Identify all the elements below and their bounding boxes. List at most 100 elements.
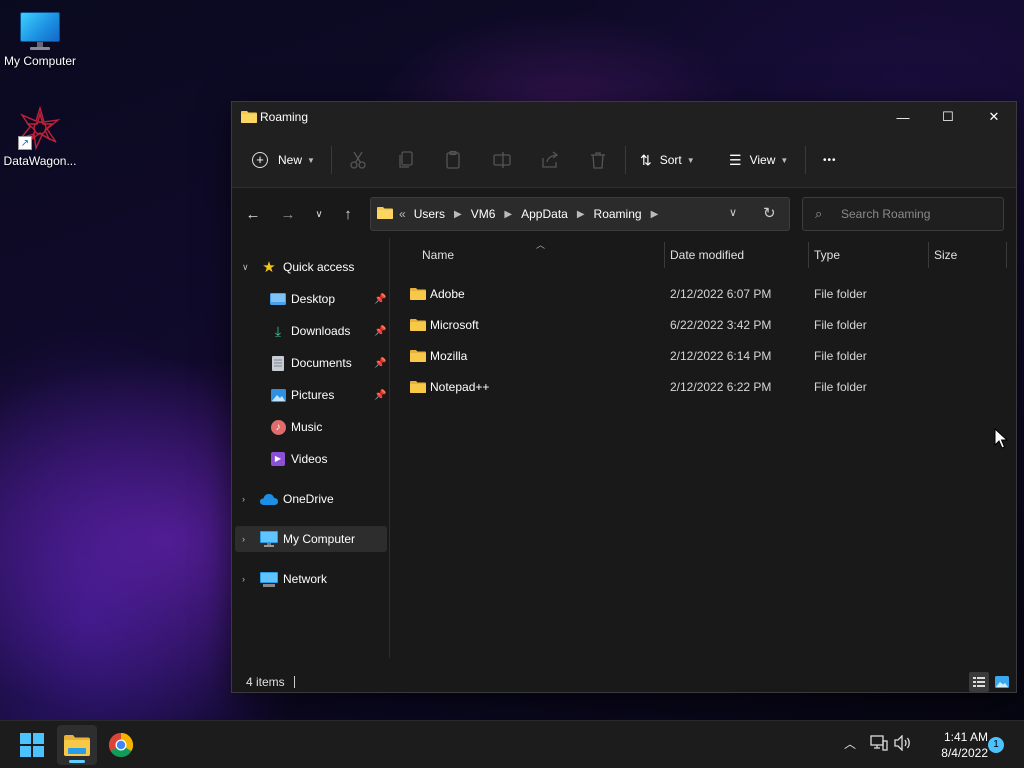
recent-locations-chevron-icon[interactable]: ∨	[308, 203, 330, 225]
breadcrumb-item-roaming[interactable]: Roaming	[594, 207, 642, 221]
paste-icon[interactable]	[443, 150, 463, 170]
file-date: 2/12/2022 6:22 PM	[670, 380, 772, 394]
new-button[interactable]: + New ▼	[252, 147, 315, 173]
item-count: 4 items	[246, 675, 285, 689]
nav-my-computer[interactable]: › My Computer	[235, 526, 387, 552]
start-button[interactable]	[12, 725, 52, 765]
windows-logo-icon	[20, 733, 44, 757]
file-name: Mozilla	[430, 349, 468, 363]
taskbar-file-explorer[interactable]	[57, 725, 97, 765]
nav-onedrive[interactable]: › OneDrive	[232, 486, 388, 512]
music-icon: ♪	[269, 418, 287, 436]
nav-item-music[interactable]: ♪ Music	[232, 414, 388, 440]
pin-icon[interactable]: 📌	[374, 294, 386, 305]
view-button[interactable]: ☰ View ▼	[729, 147, 788, 173]
file-name: Adobe	[430, 287, 465, 301]
more-options-button[interactable]: •••	[823, 147, 837, 173]
minimize-button[interactable]: —	[880, 102, 926, 132]
chevron-right-icon[interactable]: ▶	[651, 209, 659, 220]
computer-icon	[18, 12, 62, 50]
back-arrow-icon[interactable]: ←	[242, 203, 264, 225]
breadcrumb-item-vm6[interactable]: VM6	[471, 207, 496, 221]
file-type: File folder	[814, 349, 867, 363]
volume-icon[interactable]	[894, 734, 912, 754]
search-box[interactable]: ⌕	[802, 197, 1004, 231]
maximize-button[interactable]: ☐	[925, 102, 971, 132]
pin-icon[interactable]: 📌	[374, 390, 386, 401]
file-date: 2/12/2022 6:07 PM	[670, 287, 772, 301]
file-type: File folder	[814, 380, 867, 394]
chevron-down-icon: ▼	[780, 155, 789, 165]
nav-quick-access[interactable]: ∨ ★ Quick access	[232, 254, 388, 280]
nav-item-pictures[interactable]: Pictures 📌	[232, 382, 388, 408]
navigation-pane: ∨ ★ Quick access Desktop 📌 ⤓ Downloads 📌…	[232, 238, 390, 658]
refresh-icon[interactable]: ↻	[763, 204, 776, 222]
chevron-right-icon[interactable]: ›	[242, 534, 245, 544]
column-header-type[interactable]: Type	[814, 248, 840, 262]
folder-icon	[410, 318, 426, 334]
details-view-icon[interactable]	[969, 672, 989, 692]
view-label: View	[749, 153, 776, 167]
shortcut-arrow-icon: ↗	[18, 136, 32, 150]
taskbar: ︿ 1:41 AM 8/4/2022 1	[0, 720, 1024, 768]
chrome-icon	[109, 733, 133, 757]
chevron-down-icon[interactable]: ∨	[242, 262, 249, 273]
chevron-right-icon[interactable]: ▶	[504, 209, 512, 220]
desktop-icon-my-computer[interactable]: My Computer	[0, 12, 80, 68]
nav-item-videos[interactable]: ▶ Videos	[232, 446, 388, 472]
taskbar-chrome[interactable]	[101, 725, 141, 765]
rename-icon[interactable]	[492, 150, 512, 170]
column-header-date-modified[interactable]: Date modified	[670, 248, 744, 262]
nav-label: Quick access	[283, 260, 355, 274]
chevron-right-icon[interactable]: ›	[242, 494, 245, 504]
breadcrumb-overflow[interactable]: «	[399, 207, 406, 221]
large-icons-view-icon[interactable]	[992, 672, 1012, 692]
breadcrumb-item-users[interactable]: Users	[414, 207, 445, 221]
chevron-right-icon[interactable]: ▶	[454, 209, 462, 220]
desktop-icon-datawagon[interactable]: ↗ DataWagon...	[0, 105, 80, 168]
window-title: Roaming	[260, 110, 309, 124]
nav-item-desktop[interactable]: Desktop 📌	[232, 286, 388, 312]
network-status-icon[interactable]	[870, 735, 888, 754]
computer-icon	[260, 530, 278, 548]
share-icon[interactable]	[540, 150, 560, 170]
table-row[interactable]: Notepad++ 2/12/2022 6:22 PM File folder	[404, 373, 1002, 401]
sort-button[interactable]: ⇅ Sort ▼	[640, 147, 695, 173]
table-row[interactable]: Adobe 2/12/2022 6:07 PM File folder	[404, 280, 1002, 308]
system-clock[interactable]: 1:41 AM 8/4/2022	[916, 729, 988, 761]
address-history-chevron-icon[interactable]: ∨	[729, 206, 737, 219]
close-button[interactable]: ✕	[971, 102, 1017, 132]
address-bar[interactable]: « Users ▶ VM6 ▶ AppData ▶ Roaming ▶ ∨ ↻	[370, 197, 790, 231]
pin-icon[interactable]: 📌	[374, 326, 386, 337]
up-arrow-icon[interactable]: ↑	[337, 203, 359, 225]
column-divider[interactable]	[1006, 242, 1007, 268]
nav-label: Pictures	[291, 388, 335, 402]
search-input[interactable]	[841, 206, 991, 222]
chevron-down-icon: ▼	[686, 155, 695, 165]
forward-arrow-icon[interactable]: →	[277, 203, 299, 225]
show-hidden-icons-chevron-icon[interactable]: ︿	[844, 735, 856, 752]
nav-item-documents[interactable]: Documents 📌	[232, 350, 388, 376]
nav-label: Videos	[291, 452, 328, 466]
chevron-right-icon[interactable]: ›	[242, 574, 245, 584]
delete-icon[interactable]	[588, 150, 608, 170]
nav-item-downloads[interactable]: ⤓ Downloads 📌	[232, 318, 388, 344]
breadcrumb-item-appdata[interactable]: AppData	[521, 207, 568, 221]
download-icon: ⤓	[274, 322, 282, 339]
column-divider[interactable]	[664, 242, 665, 268]
notification-badge[interactable]: 1	[988, 737, 1004, 753]
column-divider[interactable]	[928, 242, 929, 268]
column-header-size[interactable]: Size	[934, 248, 957, 262]
title-bar[interactable]: Roaming — ☐ ✕	[232, 102, 1016, 132]
table-row[interactable]: Mozilla 2/12/2022 6:14 PM File folder	[404, 342, 1002, 370]
column-header-name[interactable]: Name	[422, 248, 454, 262]
pin-icon[interactable]: 📌	[374, 358, 386, 369]
cut-icon[interactable]	[348, 150, 368, 170]
datawagon-shortcut-icon: ↗	[18, 105, 62, 151]
nav-network[interactable]: › Network	[232, 566, 388, 592]
chevron-right-icon[interactable]: ▶	[577, 209, 585, 220]
table-row[interactable]: Microsoft 6/22/2022 3:42 PM File folder	[404, 311, 1002, 339]
copy-icon[interactable]	[396, 150, 416, 170]
folder-icon	[241, 110, 257, 126]
column-divider[interactable]	[808, 242, 809, 268]
